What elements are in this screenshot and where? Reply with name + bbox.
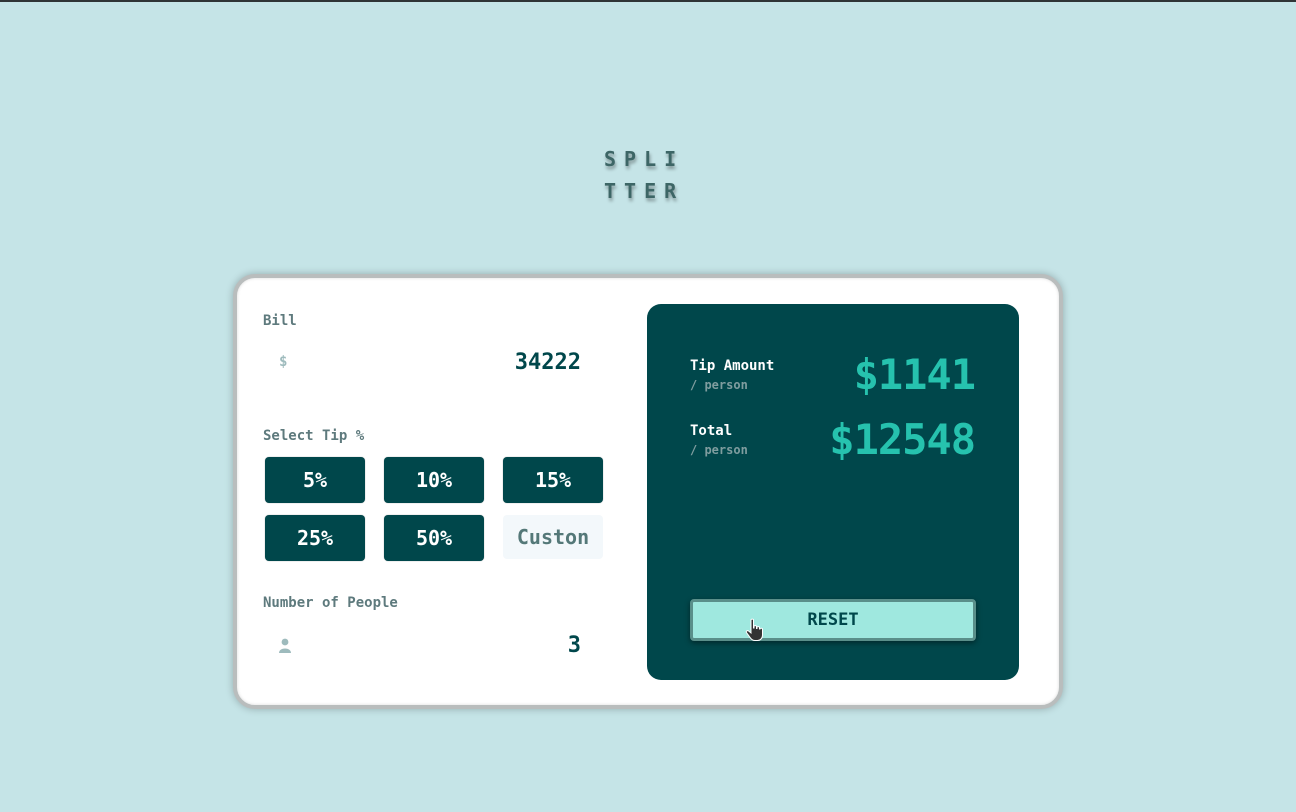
tip-amount-value: $1141 xyxy=(853,350,976,399)
bill-label: Bill xyxy=(263,313,297,329)
bill-input[interactable]: $ 34222 xyxy=(263,342,603,386)
tip-button-25[interactable]: 25% xyxy=(265,515,365,561)
dollar-icon: $ xyxy=(279,354,288,370)
total-per-person: / person xyxy=(690,443,748,457)
tip-custom-input[interactable]: Custon xyxy=(503,515,603,559)
total-label: Total xyxy=(690,423,733,439)
logo-line-2: TTER xyxy=(604,179,685,203)
result-panel: Tip Amount / person $1141 Total / person… xyxy=(647,304,1019,680)
tip-amount-label: Tip Amount xyxy=(690,358,775,374)
people-input-value: 3 xyxy=(567,633,581,658)
number-of-people-label: Number of People xyxy=(263,595,398,611)
select-tip-label: Select Tip % xyxy=(263,428,365,444)
tip-button-50[interactable]: 50% xyxy=(384,515,484,561)
people-input[interactable]: 3 xyxy=(263,625,603,669)
hand-cursor-icon xyxy=(745,618,765,642)
bill-input-value: 34222 xyxy=(514,350,581,375)
tip-amount-per-person: / person xyxy=(690,378,748,392)
tip-button-10[interactable]: 10% xyxy=(384,457,484,503)
tip-button-5[interactable]: 5% xyxy=(265,457,365,503)
splitter-logo: SPLI TTER xyxy=(604,143,704,207)
logo-line-1: SPLI xyxy=(604,147,685,171)
total-value: $12548 xyxy=(829,415,976,464)
top-border-line xyxy=(0,0,1296,2)
reset-button[interactable]: RESET xyxy=(690,599,976,641)
tip-button-15[interactable]: 15% xyxy=(503,457,603,503)
person-icon xyxy=(279,638,291,658)
